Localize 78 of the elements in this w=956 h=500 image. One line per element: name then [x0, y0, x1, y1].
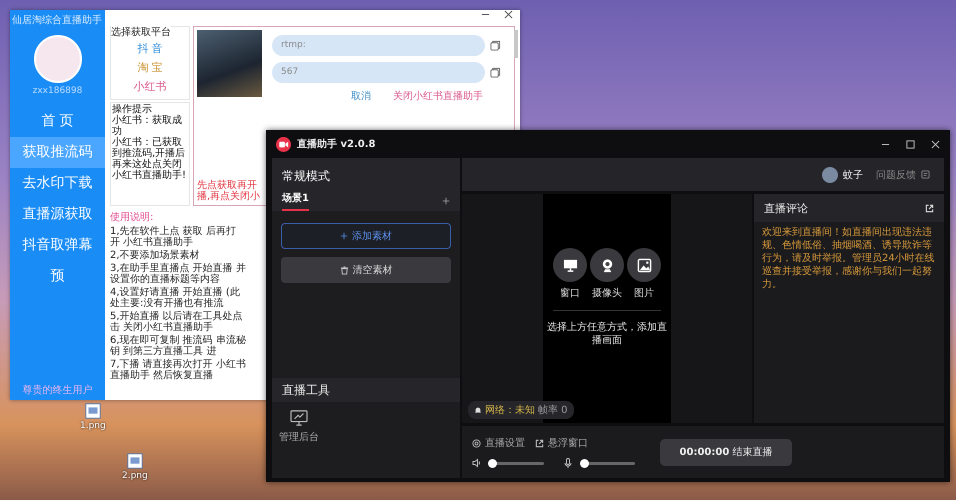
copy-icon[interactable]	[490, 40, 501, 51]
nav-item[interactable]: 首 页	[10, 106, 105, 137]
tips-title: 操作提示	[112, 104, 152, 115]
bell-icon	[474, 406, 482, 414]
nav-item[interactable]: 获取推流码	[10, 137, 105, 168]
platform-option[interactable]: 小红书	[134, 77, 166, 96]
fps-label: 帧率 0	[538, 404, 568, 417]
microphone-icon[interactable]	[563, 458, 573, 468]
clear-material-button[interactable]: 清空素材	[281, 257, 451, 283]
nav-item[interactable]: 抖音取弹幕	[10, 230, 105, 261]
platform-option[interactable]: 抖 音	[137, 39, 163, 58]
action-link[interactable]: 取消	[351, 89, 371, 103]
plus-icon	[340, 232, 348, 240]
network-label: 网络：未知	[485, 404, 535, 417]
mode-title: 常规模式	[282, 168, 331, 185]
source-button[interactable]	[553, 248, 587, 282]
username: zxx186898	[32, 86, 84, 96]
instruction-text: 7,下播 请直接再次打开 小红书直播助手 然后恢复直播	[110, 359, 247, 381]
nav-item[interactable]: 预	[10, 261, 105, 292]
user-level: 尊贵的终生用户	[22, 384, 94, 398]
setting-link[interactable]: 悬浮窗口	[548, 436, 588, 450]
speaker-icon[interactable]	[472, 458, 482, 468]
trash-icon	[340, 266, 348, 274]
photo-placeholder	[197, 30, 262, 97]
preview-hint: 选择上方任意方式，添加直播画面	[546, 321, 668, 347]
file-name[interactable]: 1.png	[80, 421, 106, 431]
add-material-button[interactable]: 添加素材	[281, 223, 451, 249]
setting-link[interactable]: 直播设置	[485, 436, 525, 450]
instruction-text: 1,先在软件上点 获取 后再打开 小红书直播助手	[110, 226, 237, 248]
window-title: 仙居淘综合直播助手	[12, 14, 102, 27]
action-link[interactable]: 关闭小红书直播助手	[393, 89, 483, 103]
warning-text: 先点获取再开播,再点关闭小	[197, 180, 262, 202]
stream-field[interactable]: rtmp:	[272, 35, 485, 56]
avatar	[34, 35, 82, 83]
feedback-icon[interactable]	[921, 170, 930, 179]
chart-monitor-icon[interactable]	[290, 410, 308, 426]
scrollbar[interactable]	[514, 30, 518, 58]
external-link-icon[interactable]	[535, 438, 544, 448]
instructions-title: 使用说明:	[110, 211, 154, 224]
feedback-link[interactable]: 问题反馈	[876, 168, 916, 182]
tool-label[interactable]: 管理后台	[279, 430, 319, 444]
notice-text: 欢迎来到直播间！如直播间出现违法违规、色情低俗、抽烟喝酒、诱导欺诈等行为，请及时举报。管理员24小时在线巡查并接受举报，感谢你与我们一起努力。	[761, 226, 936, 292]
instruction-text: 5,开始直播 以后请在工具处点击 关闭小红书直播助手	[110, 311, 244, 333]
comments-title: 直播评论	[764, 200, 808, 216]
external-link-icon[interactable]	[925, 204, 934, 212]
settings-icon[interactable]	[472, 438, 481, 448]
source-label: 图片	[634, 286, 654, 300]
instruction-text: 3,在助手里直播点 开始直播 并设置你的直播标题等内容	[110, 263, 247, 285]
monitor-icon	[562, 258, 578, 272]
image-file-icon[interactable]	[126, 452, 144, 470]
username: 蚊子	[843, 168, 863, 182]
file-name[interactable]: 2.png	[122, 471, 148, 481]
tip-text: 小红书：已获取到推流码,开播后再来这处点关闭小红书直播助手!	[112, 137, 188, 181]
add-icon[interactable]	[442, 197, 450, 205]
image-icon	[636, 258, 652, 272]
source-button[interactable]	[590, 248, 624, 282]
instruction-text: 2,不要添加场景素材	[110, 250, 201, 261]
instruction-text: 4,设置好请直播 开始直播 (此处主要:没有开播也有推流	[110, 287, 241, 309]
close-icon[interactable]	[504, 10, 513, 19]
image-file-icon[interactable]	[84, 402, 102, 420]
avatar	[822, 166, 838, 182]
group-title: 选择获取平台	[111, 25, 171, 39]
section-header: 直播工具	[272, 378, 460, 402]
tip-text: 小红书：获取成功	[112, 115, 183, 137]
camera-logo-icon	[276, 136, 291, 152]
copy-icon[interactable]	[490, 67, 501, 78]
nav-item[interactable]: 直播源获取	[10, 199, 105, 230]
source-label: 窗口	[560, 286, 580, 300]
source-label: 摄像头	[592, 286, 622, 300]
end-live-button[interactable]: 00:00:00 结束直播	[660, 438, 792, 466]
maximize-icon[interactable]	[906, 140, 915, 148]
source-button[interactable]	[627, 248, 661, 282]
platform-option[interactable]: 淘 宝	[137, 58, 163, 77]
nav-item[interactable]: 去水印下载	[10, 168, 105, 199]
window-title: 直播助手 v2.0.8	[297, 138, 376, 151]
stream-field[interactable]: 567	[272, 62, 485, 83]
instruction-text: 6,现在即可复制 推流码 串流秘钥 到第三方直播工具 进	[110, 335, 247, 357]
scene-tab[interactable]: 场景1	[282, 191, 309, 211]
